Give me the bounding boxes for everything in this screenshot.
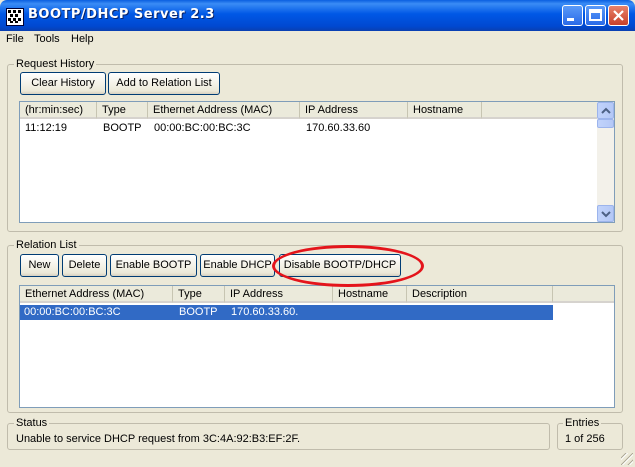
entries-panel: Entries 1 of 256: [557, 417, 623, 450]
maximize-button[interactable]: [585, 5, 606, 26]
window-title: BOOTP/DHCP Server 2.3: [28, 7, 215, 22]
col-ip[interactable]: IP Address: [225, 286, 333, 303]
status-panel: Status Unable to service DHCP request fr…: [7, 417, 550, 450]
row-ip: 170.60.33.60: [306, 122, 371, 134]
table-row[interactable]: 00:00:BC:00:BC:3C BOOTP 170.60.33.60.: [20, 305, 553, 320]
col-type[interactable]: Type: [173, 286, 225, 303]
row-time: 11:12:19: [25, 122, 68, 134]
col-mac[interactable]: Ethernet Address (MAC): [20, 286, 173, 303]
app-icon: [6, 8, 24, 26]
col-filler: [482, 102, 598, 119]
close-button[interactable]: [608, 5, 629, 26]
relation-list-label: Relation List: [14, 239, 79, 251]
row-type: BOOTP: [103, 122, 142, 134]
minimize-icon: [567, 18, 574, 21]
menu-tools[interactable]: Tools: [34, 33, 60, 45]
scroll-up-button[interactable]: [597, 102, 614, 119]
entries-label: Entries: [563, 417, 602, 429]
enable-bootp-button[interactable]: Enable BOOTP: [110, 254, 197, 277]
request-history-list[interactable]: (hr:min:sec) Type Ethernet Address (MAC)…: [19, 101, 615, 223]
title-bar[interactable]: BOOTP/DHCP Server 2.3: [0, 0, 635, 31]
col-hostname[interactable]: Hostname: [408, 102, 482, 119]
row-mac: 00:00:BC:00:BC:3C: [154, 122, 251, 134]
close-icon: [613, 10, 624, 21]
highlight-ellipse: [272, 245, 424, 287]
relation-list[interactable]: Ethernet Address (MAC) Type IP Address H…: [19, 285, 615, 408]
menu-bar: File Tools Help: [0, 31, 635, 48]
resize-grip[interactable]: [621, 453, 633, 465]
add-to-relation-list-button[interactable]: Add to Relation List: [108, 72, 220, 95]
col-type[interactable]: Type: [97, 102, 148, 119]
menu-help[interactable]: Help: [71, 33, 94, 45]
table-row[interactable]: 11:12:19 BOOTP 00:00:BC:00:BC:3C 170.60.…: [20, 122, 598, 137]
new-button[interactable]: New: [20, 254, 59, 277]
scroll-thumb[interactable]: [597, 119, 614, 128]
row-type: BOOTP: [179, 306, 218, 318]
col-mac[interactable]: Ethernet Address (MAC): [148, 102, 300, 119]
minimize-button[interactable]: [562, 5, 583, 26]
clear-history-button[interactable]: Clear History: [20, 72, 106, 95]
scroll-down-button[interactable]: [597, 205, 614, 222]
request-history-scrollbar[interactable]: [597, 102, 614, 222]
status-message: Unable to service DHCP request from 3C:4…: [16, 433, 301, 445]
col-time[interactable]: (hr:min:sec): [20, 102, 97, 119]
enable-dhcp-button[interactable]: Enable DHCP: [200, 254, 275, 277]
menu-file[interactable]: File: [6, 33, 24, 45]
col-ip[interactable]: IP Address: [300, 102, 408, 119]
chevron-up-icon: [601, 107, 611, 114]
col-description[interactable]: Description: [407, 286, 553, 303]
col-filler: [553, 286, 614, 303]
request-history-label: Request History: [14, 58, 97, 70]
row-mac: 00:00:BC:00:BC:3C: [24, 306, 121, 318]
status-label: Status: [14, 417, 50, 429]
maximize-icon: [589, 9, 602, 21]
entries-value: 1 of 256: [565, 433, 605, 445]
chevron-down-icon: [601, 211, 611, 218]
delete-button[interactable]: Delete: [62, 254, 107, 277]
col-hostname[interactable]: Hostname: [333, 286, 407, 303]
row-ip: 170.60.33.60.: [231, 306, 299, 318]
